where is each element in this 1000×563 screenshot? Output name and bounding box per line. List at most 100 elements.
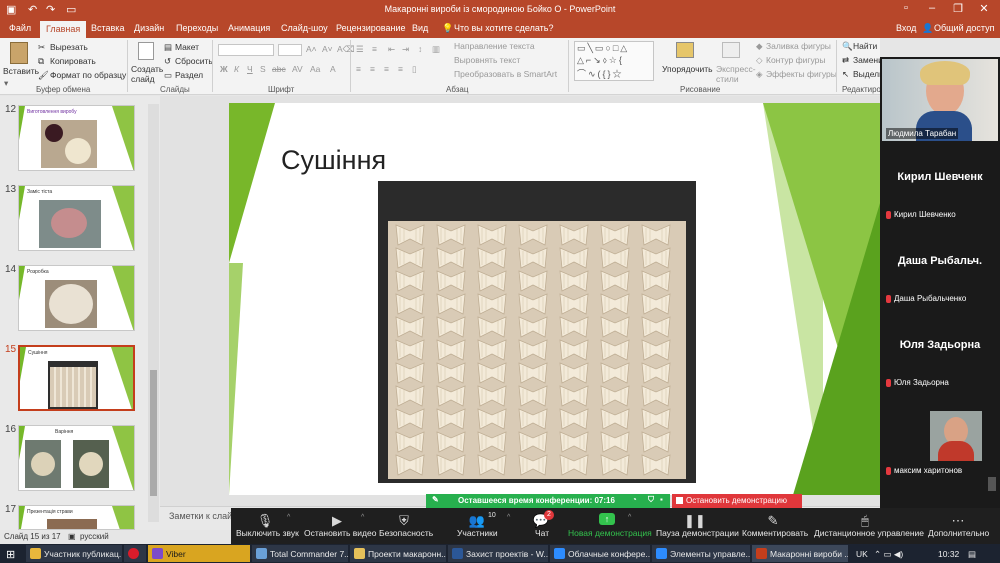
arrange-button[interactable]: Упорядочить — [662, 64, 713, 74]
tab-design[interactable]: Дизайн — [134, 23, 164, 33]
video-camera-icon[interactable]: ▶ — [327, 513, 347, 529]
shadow-icon[interactable]: S — [260, 64, 266, 74]
language-tray[interactable]: UK — [856, 549, 868, 559]
more-button[interactable]: Дополнительно — [928, 528, 989, 538]
align-center-icon[interactable]: ≡ — [370, 64, 375, 74]
column-icon[interactable]: ▯ — [412, 64, 417, 75]
tray-icons[interactable]: ⌃ ▭ ◀) — [874, 549, 903, 560]
taskbar-zoom-controls[interactable]: Элементы управле... — [652, 545, 750, 562]
participant-tile[interactable]: Людмила Тарабан — [882, 59, 998, 141]
microphone-icon[interactable]: 🎙 — [255, 513, 275, 529]
clock[interactable]: 10:32 — [938, 549, 959, 559]
notification-icon[interactable]: ▤ — [968, 549, 976, 560]
arrange-icon[interactable] — [676, 42, 694, 58]
tab-insert[interactable]: Вставка — [91, 23, 124, 33]
font-color-icon[interactable]: A — [330, 64, 336, 74]
language-indicator[interactable]: русский — [80, 532, 109, 541]
more-icon[interactable]: ⋯ — [948, 513, 968, 529]
layout-button[interactable]: Макет — [175, 42, 199, 52]
participant-tile[interactable]: Кирил Шевченк Кирил Шевченко — [882, 143, 998, 225]
taskbar-opera[interactable] — [124, 545, 146, 562]
spacing-icon[interactable]: AV — [292, 64, 303, 74]
pause-icon[interactable]: ❚❚ — [684, 513, 706, 529]
current-slide[interactable]: Сушіння — [229, 103, 883, 495]
annotate-button[interactable]: Комментировать — [742, 528, 808, 538]
paste-button[interactable]: Вставить — [3, 66, 39, 76]
gallery-scroll-arrow[interactable] — [988, 477, 996, 491]
case-icon[interactable]: Aa — [310, 64, 320, 74]
smartart-button[interactable]: Преобразовать в SmartArt — [454, 69, 557, 79]
participants-button[interactable]: Участники — [457, 528, 498, 538]
new-share-button[interactable]: Новая демонстрация — [568, 528, 652, 538]
chevron-up-icon[interactable]: ^ — [361, 514, 364, 521]
annotate-pen-icon[interactable]: ✎ — [763, 513, 783, 529]
align-left-icon[interactable]: ≡ — [356, 64, 361, 74]
new-slide-button[interactable]: Создать слайд — [131, 64, 163, 84]
tab-view[interactable]: Вид — [412, 23, 428, 33]
indent-less-icon[interactable]: ⇤ — [388, 44, 395, 55]
font-shrink-icon[interactable]: A˅ — [322, 44, 333, 54]
line-spacing-icon[interactable]: ↕ — [418, 44, 422, 54]
slide-thumbnail-17[interactable]: Презентація страви — [18, 505, 135, 530]
numbering-icon[interactable]: ≡ — [372, 44, 377, 54]
font-name-input[interactable] — [218, 44, 274, 56]
copy-button[interactable]: Копировать — [50, 56, 96, 66]
shape-fill-button[interactable]: Заливка фигуры — [766, 41, 831, 51]
clear-format-icon[interactable]: A⌫ — [337, 44, 355, 55]
stop-video-button[interactable]: Остановить видео — [304, 528, 376, 538]
find-button[interactable]: Найти — [853, 41, 877, 51]
font-size-input[interactable] — [278, 44, 302, 56]
bullets-icon[interactable]: ☰ — [356, 44, 364, 55]
tell-me-search[interactable]: Что вы хотите сделать? — [454, 23, 554, 33]
slide-thumbnail-14[interactable]: Розробка — [18, 265, 135, 331]
text-direction-button[interactable]: Направление текста — [454, 41, 535, 51]
mute-button[interactable]: Выключить звук — [236, 528, 299, 538]
quick-styles-button[interactable]: Экспресс-стили — [716, 64, 756, 84]
scrollbar-thumb[interactable] — [150, 370, 157, 496]
tab-home[interactable]: Главная — [40, 21, 87, 38]
participant-tile[interactable]: максим харитонов — [882, 395, 998, 477]
ribbon-display-icon[interactable]: ▫ — [896, 2, 916, 14]
strike-icon[interactable]: abc — [272, 64, 286, 74]
tab-slideshow[interactable]: Слайд-шоу — [281, 23, 328, 33]
sign-in-link[interactable]: Вход — [896, 23, 916, 33]
replace-button[interactable]: Замени — [853, 55, 883, 65]
taskbar-viber[interactable]: Viber — [148, 545, 250, 562]
share-screen-icon[interactable]: ↑ — [599, 513, 615, 525]
bold-icon[interactable]: Ж — [220, 64, 228, 74]
indent-more-icon[interactable]: ⇥ — [402, 44, 409, 55]
taskbar-powerpoint[interactable]: Макаронні вироби ... — [752, 545, 848, 562]
chevron-up-icon[interactable]: ^ — [628, 514, 631, 521]
participants-icon[interactable]: 👥 — [467, 513, 487, 529]
shape-outline-button[interactable]: Контур фигуры — [766, 55, 825, 65]
share-button[interactable]: Общий доступ — [934, 23, 994, 33]
quick-styles-icon[interactable] — [722, 42, 740, 58]
taskbar-zoom[interactable]: Облачные конфере... — [550, 545, 650, 562]
minimize-icon[interactable]: – — [922, 2, 942, 14]
tab-review[interactable]: Рецензирование — [336, 23, 406, 33]
justify-icon[interactable]: ≡ — [398, 64, 403, 74]
maximize-icon[interactable]: ❐ — [948, 2, 968, 15]
underline-icon[interactable]: Ч — [247, 64, 253, 74]
mouse-icon[interactable]: 🖱 — [855, 513, 875, 529]
spellcheck-icon[interactable]: ▣ — [68, 532, 76, 541]
tab-animation[interactable]: Анимация — [228, 23, 270, 33]
shield-icon[interactable]: ⛨ — [394, 513, 414, 529]
cut-button[interactable]: Вырезать — [50, 42, 88, 52]
drying-pasta-photo[interactable] — [378, 181, 696, 483]
windows-start-icon[interactable]: ⊞ — [6, 548, 15, 561]
chevron-up-icon[interactable]: ^ — [507, 514, 510, 521]
shapes-gallery[interactable]: ▭╲▭○□△ △⌐↘⬨☆{ ⌒∿({}☆ — [574, 41, 654, 81]
tab-file[interactable]: Файл — [9, 23, 31, 33]
shape-effects-button[interactable]: Эффекты фигуры — [766, 69, 837, 79]
taskbar-total-commander[interactable]: Total Commander 7.... — [252, 545, 348, 562]
remote-control-button[interactable]: Дистанционное управление — [814, 528, 924, 538]
section-button[interactable]: Раздел — [175, 70, 203, 80]
taskbar-word[interactable]: Захист проектів - W... — [448, 545, 548, 562]
slide-thumbnail-13[interactable]: Заміс тіста — [18, 185, 135, 251]
slide-thumbnail-16[interactable]: Варіння — [18, 425, 135, 491]
align-right-icon[interactable]: ≡ — [384, 64, 389, 74]
font-grow-icon[interactable]: A˄ — [306, 44, 317, 54]
slide-thumbnail-15[interactable]: Сушіння — [18, 345, 135, 411]
reset-button[interactable]: Сбросить — [175, 56, 213, 66]
